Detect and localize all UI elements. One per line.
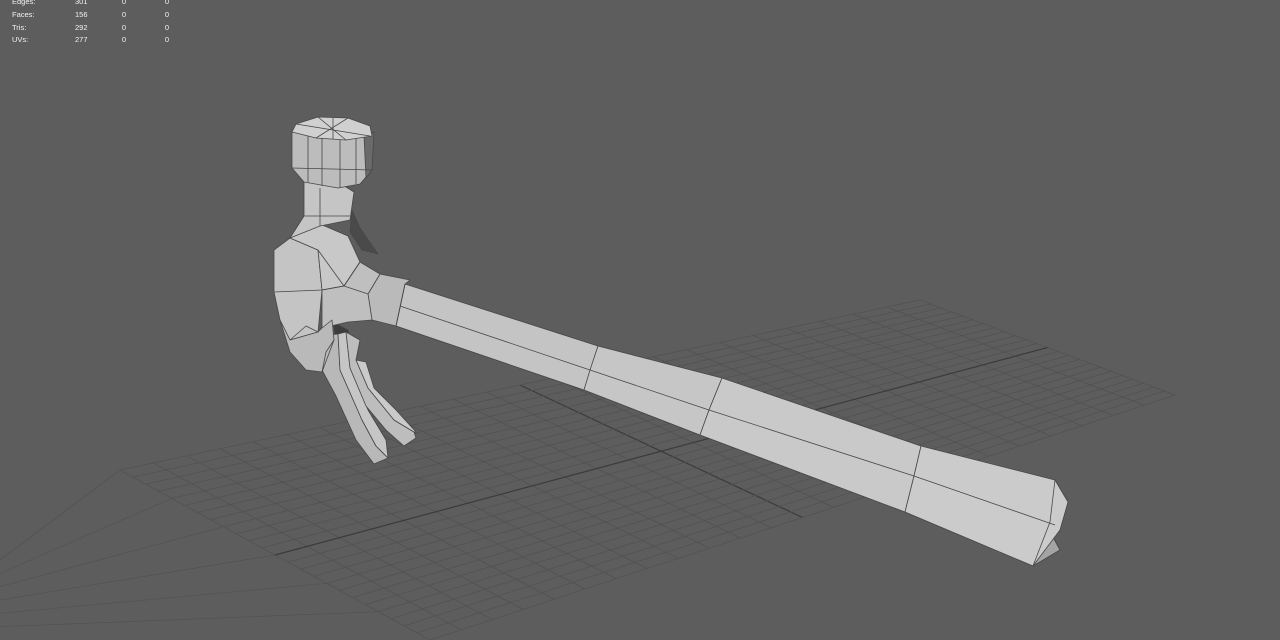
hud-label: Faces: — [12, 9, 35, 19]
hud-selected: 0 — [121, 9, 126, 19]
grid-line — [0, 554, 276, 601]
handle-segment-1 — [395, 283, 599, 391]
hud-selected: 0 — [121, 0, 126, 6]
grid-line — [0, 498, 172, 574]
hud-component: 0 — [164, 22, 169, 32]
hud-component: 0 — [164, 9, 169, 19]
hud-label: Edges: — [12, 0, 36, 6]
hud-label: UVs: — [12, 35, 29, 45]
hud-total: 292 — [75, 22, 88, 32]
grid-line — [0, 526, 224, 588]
hammer-mesh[interactable] — [273, 116, 1069, 567]
neck-back-shadow — [349, 209, 379, 255]
scene-canvas[interactable] — [0, 0, 1280, 640]
hud-component: 0 — [164, 35, 169, 45]
grid-line — [0, 469, 121, 561]
hud-component: 0 — [164, 0, 169, 6]
grid-line — [0, 582, 327, 614]
hud-total: 277 — [75, 35, 88, 45]
hud-label: Tris: — [12, 22, 27, 32]
hud-total: 301 — [75, 0, 88, 6]
strike-face-side — [291, 131, 373, 189]
3d-viewport[interactable]: Edges: 301 0 0 Faces: 156 0 0 Tris: 292 … — [0, 0, 1280, 640]
hud-selected: 0 — [121, 35, 126, 45]
grid-line — [0, 611, 379, 628]
handle-segment-2 — [583, 345, 723, 436]
strike-face-dark — [363, 131, 375, 179]
hud-selected: 0 — [121, 22, 126, 32]
handle-segment-4 — [904, 445, 1069, 567]
hud-total: 156 — [75, 9, 88, 19]
